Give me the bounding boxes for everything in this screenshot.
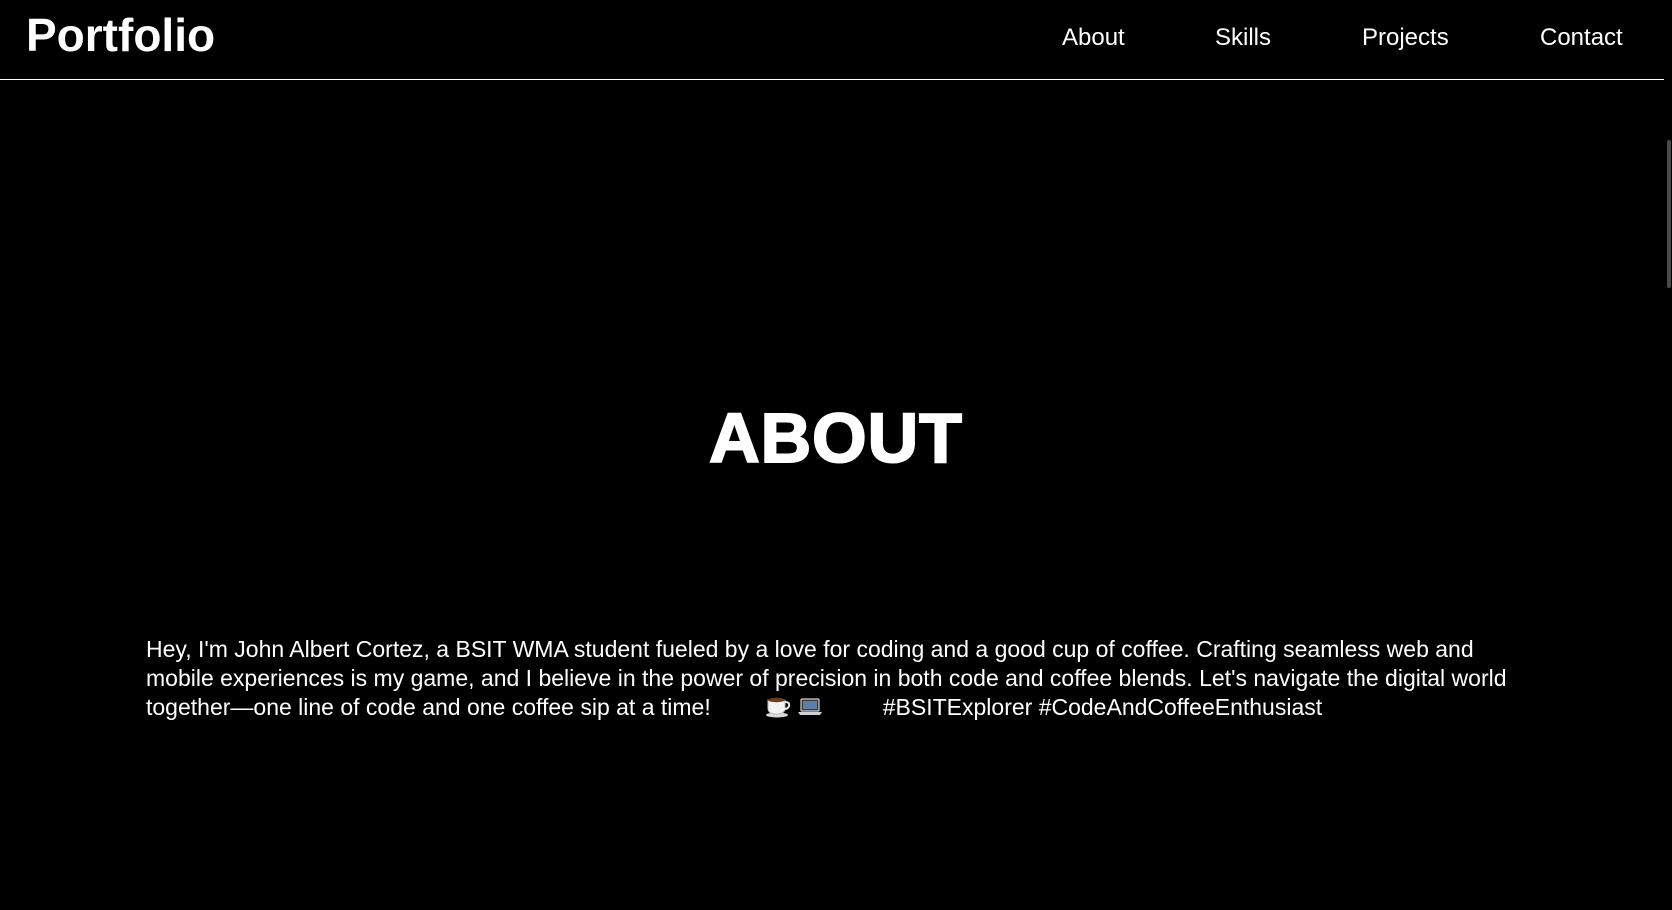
page-scrollbar[interactable]	[1664, 0, 1672, 910]
nav-link-projects[interactable]: Projects	[1362, 22, 1449, 54]
about-paragraph: Hey, I'm John Albert Cortez, a BSIT WMA …	[146, 635, 1526, 722]
nav-link-about[interactable]: About	[1062, 22, 1125, 54]
emoji-group	[765, 693, 829, 722]
main-nav: About Skills Projects Contact	[0, 22, 1672, 54]
about-section: ABOUT Hey, I'm John Albert Cortez, a BSI…	[0, 80, 1672, 910]
laptop-icon	[797, 694, 823, 718]
hashtags-text: #BSITExplorer #CodeAndCoffeeEnthusiast	[882, 694, 1323, 720]
nav-link-contact[interactable]: Contact	[1540, 22, 1623, 54]
about-heading: ABOUT	[708, 398, 963, 478]
scrollbar-thumb[interactable]	[1667, 140, 1671, 288]
portfolio-page: Portfolio About Skills Projects Contact …	[0, 0, 1672, 910]
nav-link-skills[interactable]: Skills	[1215, 22, 1271, 54]
coffee-cup-icon	[765, 694, 791, 718]
top-navbar: Portfolio About Skills Projects Contact	[0, 0, 1672, 80]
